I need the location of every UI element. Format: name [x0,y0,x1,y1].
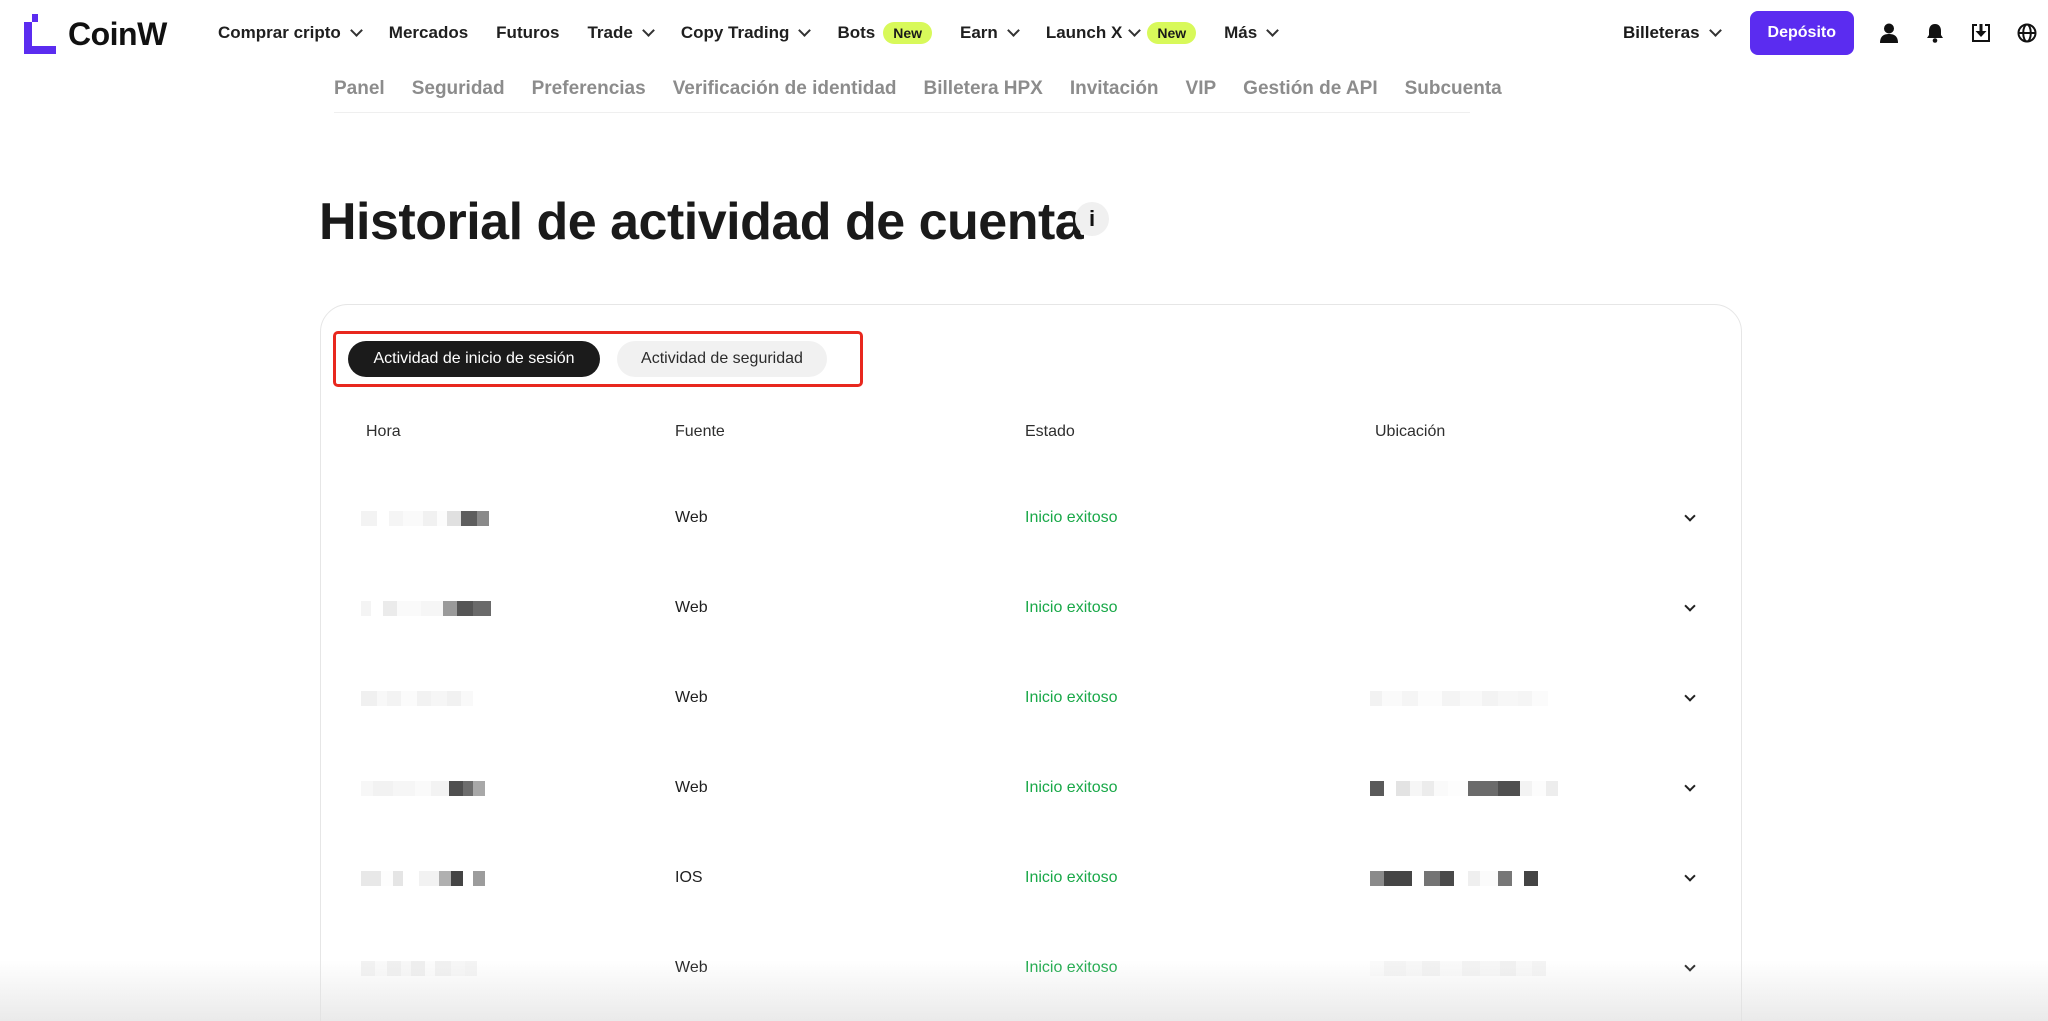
chevron-down-icon [1006,24,1020,37]
nav-label: Launch X [1045,23,1123,42]
redacted-location [1370,781,1558,796]
status-cell: Inicio exitoso [1025,959,1118,976]
bell-icon[interactable] [1924,22,1946,44]
chevron-down-icon [1708,24,1722,37]
subnav-subcuenta[interactable]: Subcuenta [1405,78,1502,112]
nav-label: Copy Trading [680,23,790,42]
source-cell: IOS [675,869,703,886]
chevron-down-icon [1266,24,1280,37]
table-row[interactable]: Web Inicio exitoso [321,925,1743,1015]
wallets-label: Billeteras [1623,23,1700,42]
source-cell: Web [675,689,708,706]
table-row[interactable]: IOS Inicio exitoso [321,835,1743,925]
nav-label: Earn [960,23,998,42]
deposit-button[interactable]: Depósito [1749,11,1854,55]
nav-bots[interactable]: Bots New [837,22,933,44]
chevron-down-icon[interactable] [1683,689,1697,705]
status-cell: Inicio exitoso [1025,599,1118,616]
redacted-time [361,601,491,616]
chevron-down-icon[interactable] [1683,779,1697,795]
info-icon[interactable]: i [1075,202,1109,236]
subnav-verificacion-identidad[interactable]: Verificación de identidad [673,78,897,112]
nav-label: Futuros [496,23,560,42]
redacted-time [361,691,473,706]
activity-card: Actividad de inicio de sesión Actividad … [320,304,1742,1021]
nav-label: Mercados [388,23,469,42]
subnav-billetera-hpx[interactable]: Billetera HPX [924,78,1043,112]
source-cell: Web [675,779,708,796]
status-cell: Inicio exitoso [1025,869,1118,886]
new-badge: New [883,22,933,44]
nav-comprar-cripto[interactable]: Comprar cripto [218,23,363,43]
table-row[interactable]: Web Inicio exitoso [321,655,1743,745]
subnav-preferencias[interactable]: Preferencias [532,78,646,112]
nav-mas[interactable]: Más [1224,23,1280,43]
source-cell: Web [675,509,708,526]
status-cell: Inicio exitoso [1025,689,1118,706]
subnav-vip[interactable]: VIP [1186,78,1217,112]
nav-futuros[interactable]: Futuros [496,23,559,43]
redacted-time [361,961,477,976]
download-icon[interactable] [1970,22,1992,44]
redacted-location [1370,691,1548,706]
subnav-invitacion[interactable]: Invitación [1070,78,1159,112]
nav-earn[interactable]: Earn [960,23,1020,43]
user-icon[interactable] [1878,22,1900,44]
brand-name: CoinW [68,15,167,52]
nav-label: Bots [837,23,876,42]
column-header-location: Ubicación [1375,423,1446,440]
redacted-location [1370,961,1546,976]
nav-label: Comprar cripto [218,23,341,42]
redacted-time [361,781,485,796]
redacted-location [1370,871,1538,886]
chevron-down-icon [798,24,812,37]
table-row[interactable]: Web Inicio exitoso [321,565,1743,655]
source-cell: Web [675,599,708,616]
subnav-gestion-api[interactable]: Gestión de API [1243,78,1377,112]
chevron-down-icon[interactable] [1683,599,1697,615]
coinw-logo[interactable]: CoinW [24,14,167,54]
status-cell: Inicio exitoso [1025,779,1118,796]
chevron-down-icon[interactable] [1683,509,1697,525]
page-title: Historial de actividad de cuenta [319,193,1084,251]
nav-mercados[interactable]: Mercados [389,23,468,43]
nav-copy-trading[interactable]: Copy Trading [680,23,812,43]
redacted-time [361,511,489,526]
source-cell: Web [675,959,708,976]
column-header-source: Fuente [675,423,725,440]
tab-login-activity[interactable]: Actividad de inicio de sesión [348,341,600,377]
table-row[interactable]: Web Inicio exitoso [321,475,1743,565]
nav-launch-x[interactable]: Launch X New [1045,22,1197,44]
chevron-down-icon[interactable] [1683,869,1697,885]
chevron-down-icon [641,24,655,37]
account-subnav: Panel Seguridad Preferencias Verificació… [334,78,1502,113]
new-badge: New [1147,22,1197,44]
globe-icon[interactable] [2016,22,2038,44]
chevron-down-icon [1128,24,1142,37]
wallets-menu[interactable]: Billeteras [1623,23,1722,43]
nav-label: Más [1224,23,1258,42]
main-menu: Comprar cripto Mercados Futuros Trade Co… [218,0,1305,66]
nav-label: Trade [587,23,633,42]
column-header-time: Hora [366,423,401,440]
chevron-down-icon [349,24,363,37]
status-cell: Inicio exitoso [1025,509,1118,526]
subnav-panel[interactable]: Panel [334,78,385,112]
nav-right-actions: Billeteras Depósito [1623,0,2048,66]
tab-security-activity[interactable]: Actividad de seguridad [617,341,827,377]
subnav-seguridad[interactable]: Seguridad [412,78,505,112]
chevron-down-icon[interactable] [1683,959,1697,975]
nav-trade[interactable]: Trade [587,23,655,43]
column-header-status: Estado [1025,423,1075,440]
top-navigation: CoinW Comprar cripto Mercados Futuros Tr… [0,0,2048,66]
table-row[interactable]: Web Inicio exitoso [321,745,1743,835]
redacted-time [361,871,485,886]
coinw-logo-icon [24,14,56,54]
